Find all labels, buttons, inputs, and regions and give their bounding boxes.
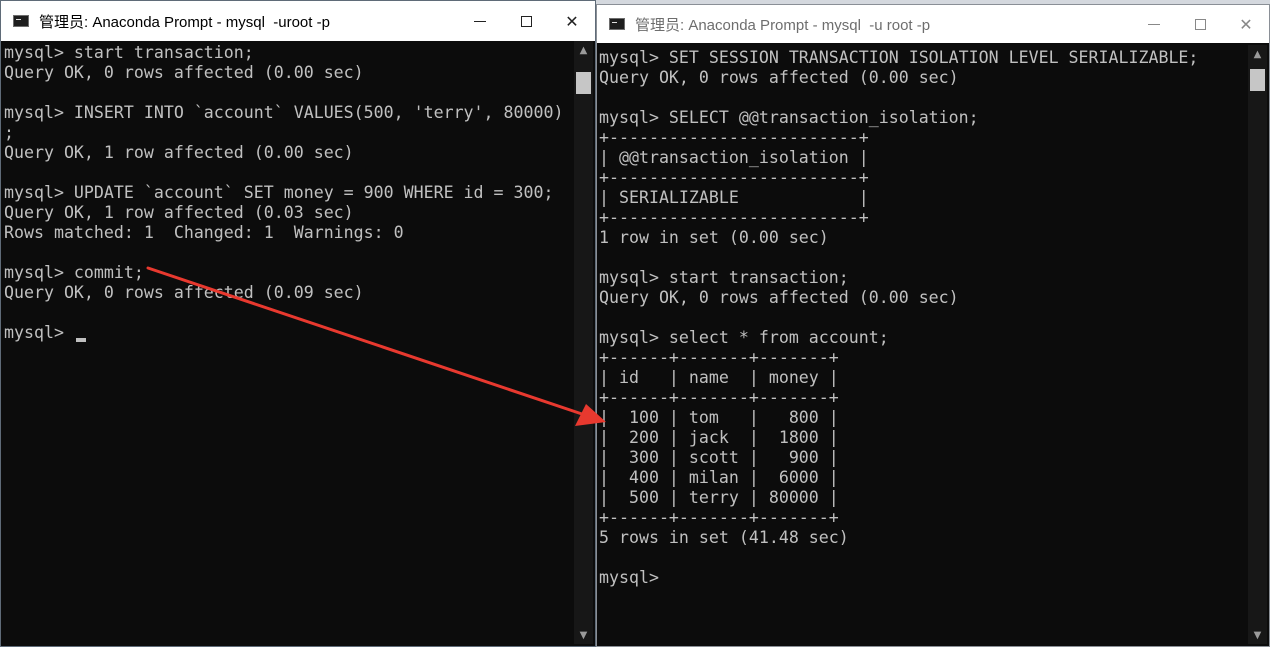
terminal-line: mysql> commit; bbox=[4, 263, 144, 282]
scroll-down-arrow-icon[interactable]: ▼ bbox=[574, 626, 593, 644]
right-window-title: 管理员: Anaconda Prompt - mysql -u root -p bbox=[635, 16, 931, 34]
console-window-icon bbox=[609, 18, 625, 30]
terminal-line: +-------------------------+ bbox=[599, 208, 869, 227]
terminal-line: Query OK, 0 rows affected (0.00 sec) bbox=[4, 63, 364, 82]
close-icon[interactable]: ✕ bbox=[1223, 5, 1269, 43]
left-terminal-prompt: mysql> bbox=[4, 323, 74, 342]
left-terminal-output[interactable]: mysql> start transaction; Query OK, 0 ro… bbox=[4, 43, 573, 642]
terminal-line: 5 rows in set (41.48 sec) bbox=[599, 528, 849, 547]
right-terminal-output[interactable]: mysql> SET SESSION TRANSACTION ISOLATION… bbox=[599, 48, 1247, 642]
terminal-line: | 400 | milan | 6000 | bbox=[599, 468, 839, 487]
terminal-line: +-------------------------+ bbox=[599, 168, 869, 187]
text-cursor bbox=[75, 338, 86, 342]
terminal-line: | id | name | money | bbox=[599, 368, 839, 387]
terminal-line: ; bbox=[4, 123, 14, 142]
terminal-line: | 100 | tom | 800 | bbox=[599, 408, 839, 427]
terminal-line: | 300 | scott | 900 | bbox=[599, 448, 839, 467]
scroll-down-arrow-icon[interactable]: ▼ bbox=[1248, 626, 1267, 644]
right-window-titlebar[interactable]: 管理员: Anaconda Prompt - mysql -u root -p … bbox=[597, 5, 1269, 43]
terminal-line: Query OK, 0 rows affected (0.00 sec) bbox=[599, 288, 959, 307]
console-window-icon bbox=[13, 15, 29, 27]
left-scrollbar-thumb[interactable] bbox=[576, 72, 591, 94]
terminal-line: | 500 | terry | 80000 | bbox=[599, 488, 839, 507]
terminal-line: Query OK, 1 row affected (0.03 sec) bbox=[4, 203, 354, 222]
maximize-icon[interactable] bbox=[1177, 5, 1223, 43]
terminal-line: mysql> bbox=[599, 568, 659, 587]
left-window-titlebar[interactable]: 管理员: Anaconda Prompt - mysql -uroot -p ✕ bbox=[1, 1, 595, 41]
scroll-up-arrow-icon[interactable]: ▲ bbox=[1248, 45, 1267, 63]
terminal-line: | @@transaction_isolation | bbox=[599, 148, 869, 167]
minimize-icon[interactable] bbox=[457, 1, 503, 41]
terminal-line: Rows matched: 1 Changed: 1 Warnings: 0 bbox=[4, 223, 404, 242]
close-icon[interactable]: ✕ bbox=[549, 1, 595, 41]
left-window-title: 管理员: Anaconda Prompt - mysql -uroot -p bbox=[39, 13, 330, 31]
maximize-icon[interactable] bbox=[503, 1, 549, 41]
terminal-line: mysql> UPDATE `account` SET money = 900 … bbox=[4, 183, 554, 202]
scroll-up-arrow-icon[interactable]: ▲ bbox=[574, 41, 593, 59]
terminal-line: Query OK, 1 row affected (0.00 sec) bbox=[4, 143, 354, 162]
terminal-line: Query OK, 0 rows affected (0.00 sec) bbox=[599, 68, 959, 87]
left-terminal-lines: mysql> start transaction; Query OK, 0 ro… bbox=[4, 43, 563, 302]
minimize-icon[interactable] bbox=[1131, 5, 1177, 43]
terminal-line: | SERIALIZABLE | bbox=[599, 188, 869, 207]
terminal-line: 1 row in set (0.00 sec) bbox=[599, 228, 829, 247]
left-terminal-window[interactable]: 管理员: Anaconda Prompt - mysql -uroot -p ✕… bbox=[0, 0, 596, 647]
terminal-line: +------+-------+-------+ bbox=[599, 388, 839, 407]
right-terminal-lines: mysql> SET SESSION TRANSACTION ISOLATION… bbox=[599, 48, 1198, 587]
right-terminal-window[interactable]: 管理员: Anaconda Prompt - mysql -u root -p … bbox=[596, 4, 1270, 647]
terminal-line: Query OK, 0 rows affected (0.09 sec) bbox=[4, 283, 364, 302]
terminal-line: +-------------------------+ bbox=[599, 128, 869, 147]
terminal-line: mysql> start transaction; bbox=[4, 43, 254, 62]
right-scrollbar-thumb[interactable] bbox=[1250, 69, 1265, 91]
terminal-line: mysql> SET SESSION TRANSACTION ISOLATION… bbox=[599, 48, 1199, 67]
left-scrollbar[interactable]: ▲ ▼ bbox=[574, 41, 593, 644]
terminal-line: | 200 | jack | 1800 | bbox=[599, 428, 839, 447]
terminal-line: mysql> start transaction; bbox=[599, 268, 849, 287]
terminal-line: mysql> SELECT @@transaction_isolation; bbox=[599, 108, 979, 127]
terminal-line: +------+-------+-------+ bbox=[599, 508, 839, 527]
terminal-line: +------+-------+-------+ bbox=[599, 348, 839, 367]
terminal-line: mysql> INSERT INTO `account` VALUES(500,… bbox=[4, 103, 564, 122]
right-scrollbar[interactable]: ▲ ▼ bbox=[1248, 45, 1267, 644]
terminal-line: mysql> select * from account; bbox=[599, 328, 889, 347]
